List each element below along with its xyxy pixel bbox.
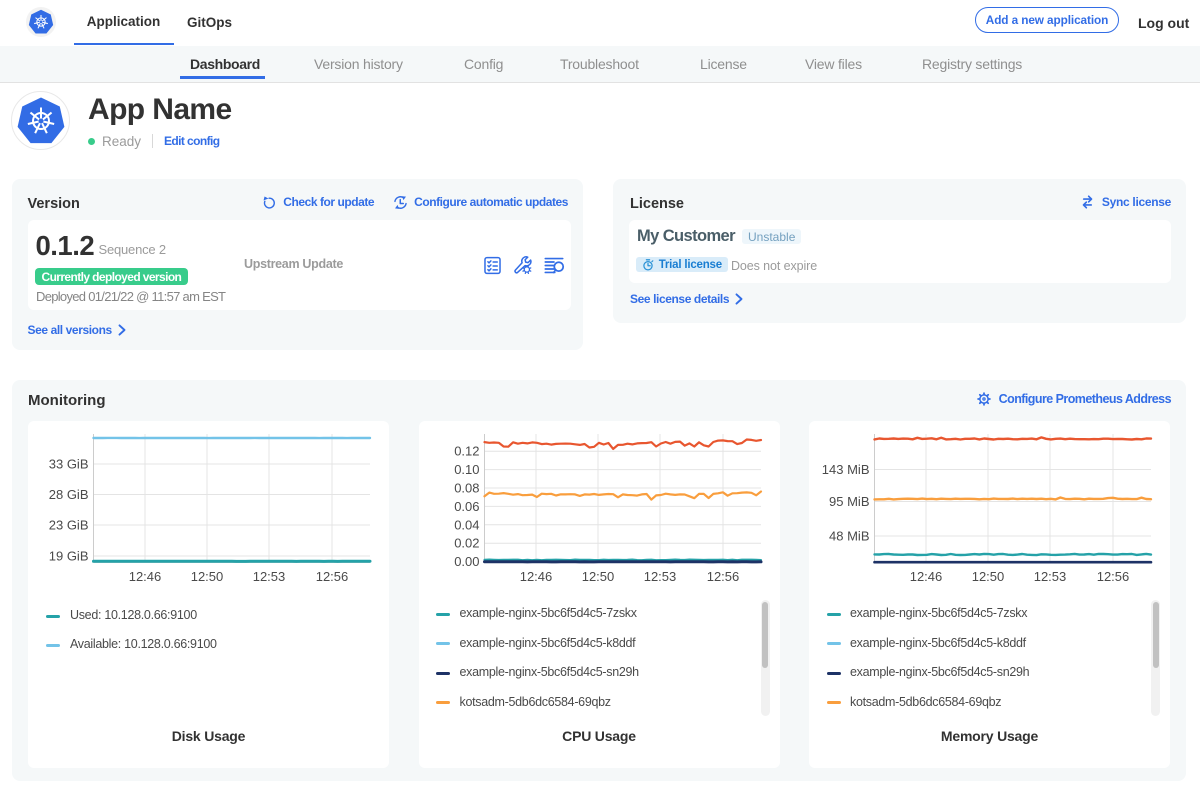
svg-text:28 GiB: 28 GiB: [49, 487, 89, 502]
svg-text:12:53: 12:53: [1034, 569, 1067, 584]
svg-text:0.00: 0.00: [454, 554, 479, 569]
svg-text:0.12: 0.12: [454, 444, 479, 459]
svg-text:12:56: 12:56: [706, 569, 739, 584]
svg-text:12:46: 12:46: [910, 569, 943, 584]
svg-text:0.10: 0.10: [454, 462, 479, 477]
svg-text:12:56: 12:56: [316, 569, 349, 584]
svg-text:143 MiB: 143 MiB: [822, 462, 870, 477]
svg-text:12:50: 12:50: [191, 569, 224, 584]
svg-text:48 MiB: 48 MiB: [829, 529, 869, 544]
svg-text:0.06: 0.06: [454, 499, 479, 514]
svg-text:33 GiB: 33 GiB: [49, 457, 89, 472]
svg-text:12:56: 12:56: [1097, 569, 1130, 584]
svg-text:12:50: 12:50: [972, 569, 1005, 584]
svg-text:19 GiB: 19 GiB: [49, 549, 89, 564]
svg-text:0.02: 0.02: [454, 536, 479, 551]
svg-text:12:53: 12:53: [253, 569, 286, 584]
svg-text:12:50: 12:50: [581, 569, 614, 584]
svg-text:12:53: 12:53: [643, 569, 676, 584]
svg-text:12:46: 12:46: [129, 569, 162, 584]
svg-text:12:46: 12:46: [519, 569, 552, 584]
svg-text:23 GiB: 23 GiB: [49, 518, 89, 533]
svg-text:0.04: 0.04: [454, 517, 479, 532]
svg-text:95 MiB: 95 MiB: [829, 494, 869, 509]
svg-text:0.08: 0.08: [454, 481, 479, 496]
